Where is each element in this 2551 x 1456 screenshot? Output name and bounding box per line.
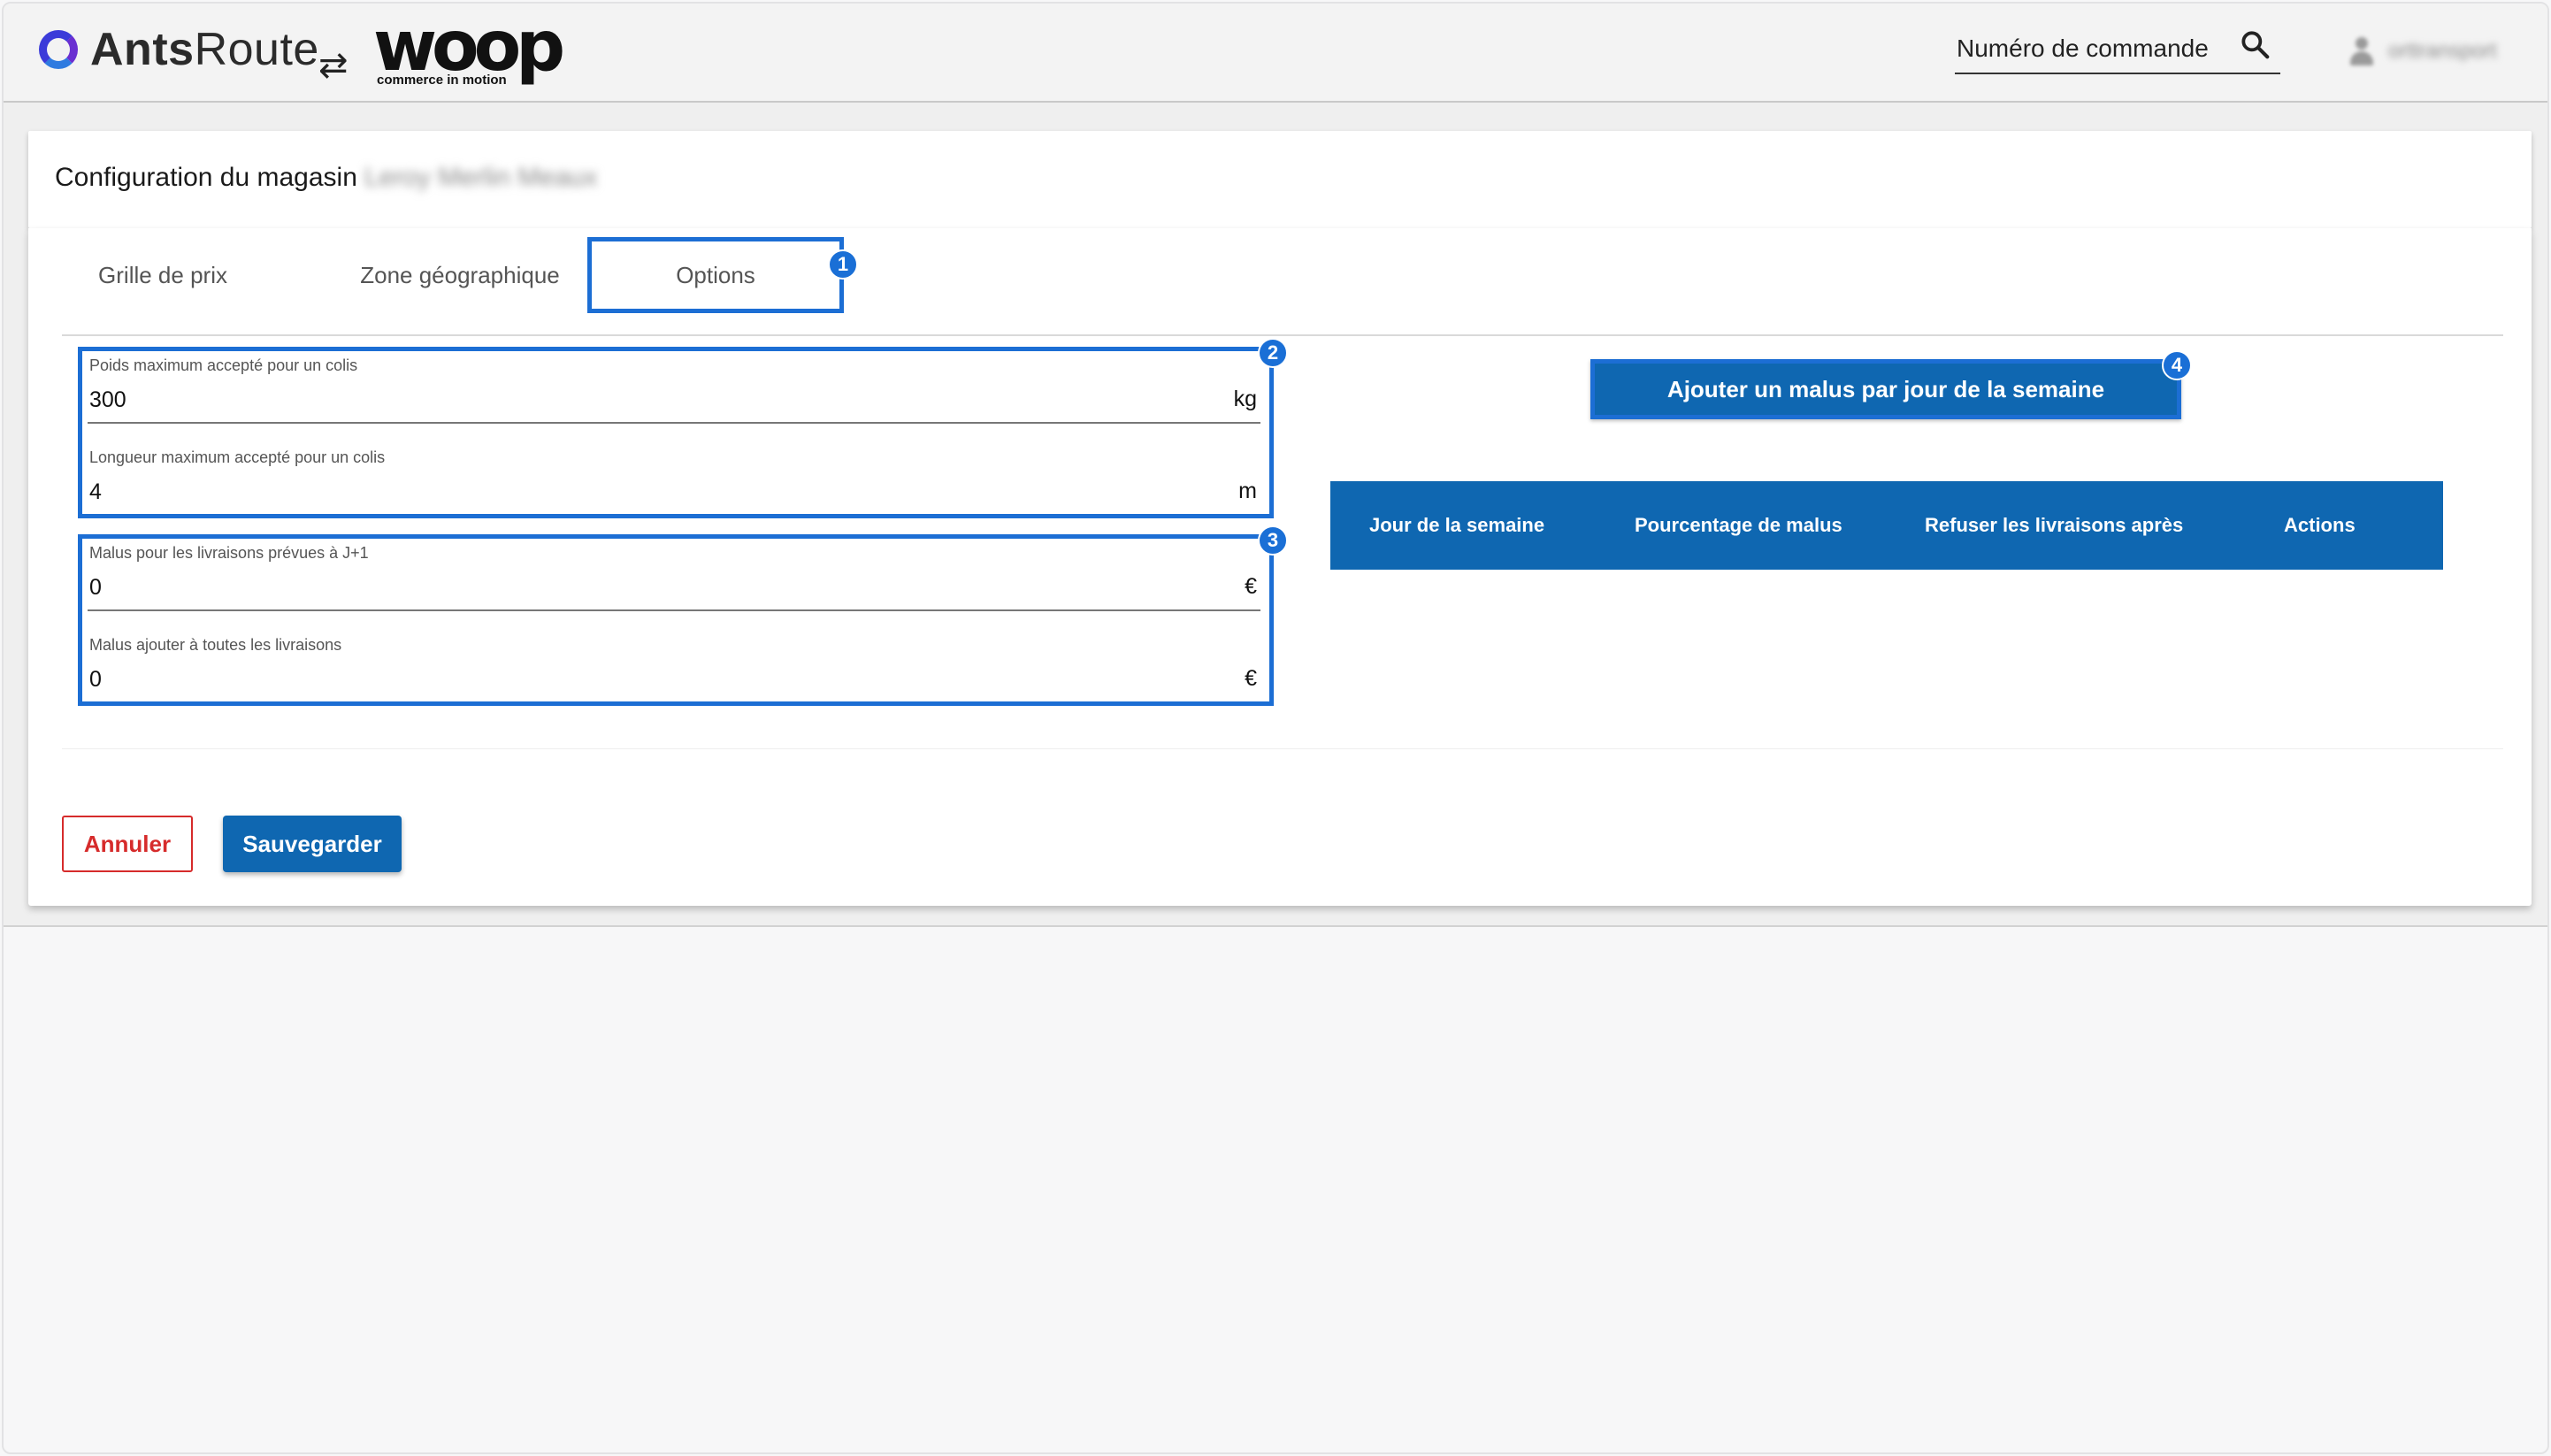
max-weight-input[interactable] (88, 383, 1211, 417)
swap-arrows-icon: ⇄ (318, 46, 349, 85)
weekday-malus-table-header: Jour de la semaine Pourcentage de malus … (1330, 481, 2443, 570)
user-menu[interactable]: orttransport (2349, 37, 2497, 65)
annotation-badge-3: 3 (1258, 525, 1288, 556)
person-icon (2349, 37, 2374, 65)
malus-all-unit: € (1245, 666, 1257, 691)
column-weekday: Jour de la semaine (1369, 514, 1545, 536)
store-name: Leroy Merlin Meaux (364, 163, 598, 192)
tabs-divider (62, 334, 2503, 336)
order-number-search (1955, 27, 2280, 74)
antsroute-logo-text: AntsRoute (90, 24, 319, 75)
user-name: orttransport (2388, 39, 2497, 63)
save-button[interactable]: Sauvegarder (223, 816, 402, 872)
page-title-text: Configuration du magasin (55, 163, 357, 192)
max-length-field: Longueur maximum accepté pour un colis m (88, 443, 1260, 523)
malus-next-day-label: Malus pour les livraisons prévues à J+1 (89, 544, 369, 562)
malus-all-label: Malus ajouter à toutes les livraisons (89, 636, 342, 654)
woop-logo[interactable]: woop commerce in motion (373, 7, 568, 92)
parcel-limits-group: Poids maximum accepté pour un colis kg L… (78, 347, 1274, 518)
malus-next-day-unit: € (1245, 574, 1257, 599)
malus-all-field: Malus ajouter à toutes les livraisons € (88, 631, 1260, 710)
tab-options[interactable]: Options (587, 237, 844, 313)
antsroute-logo[interactable]: AntsRoute (39, 23, 319, 76)
woop-logo-text: woop (373, 7, 565, 87)
annotation-badge-4: 4 (2162, 350, 2192, 380)
page-title: Configuration du magasin Leroy Merlin Mea… (55, 163, 597, 193)
cancel-button[interactable]: Annuler (62, 816, 193, 872)
config-header-card: Configuration du magasin Leroy Merlin Mea… (28, 131, 2532, 228)
malus-next-day-field: Malus pour les livraisons prévues à J+1 … (88, 539, 1260, 618)
max-weight-label: Poids maximum accepté pour un colis (89, 356, 358, 374)
malus-next-day-input[interactable] (88, 571, 1211, 604)
tab-geographic-zone[interactable]: Zone géographique (329, 237, 591, 313)
woop-tagline: commerce in motion (377, 73, 507, 88)
app-shell: AntsRoute ⇄ woop commerce in motion ortt… (4, 4, 2547, 927)
column-refuse-after: Refuser les livraisons après (1925, 514, 2184, 536)
max-length-unit: m (1238, 479, 1257, 503)
search-icon[interactable] (2238, 27, 2271, 62)
add-weekday-malus-button[interactable]: Ajouter un malus par jour de la semaine (1590, 359, 2181, 419)
column-malus-percentage: Pourcentage de malus (1635, 514, 1842, 536)
field-underline (88, 422, 1260, 424)
order-number-input[interactable] (1955, 27, 2229, 71)
top-bar: AntsRoute ⇄ woop commerce in motion ortt… (4, 4, 2547, 103)
field-underline (88, 609, 1260, 611)
body-divider (62, 748, 2503, 749)
max-weight-field: Poids maximum accepté pour un colis kg (88, 351, 1260, 431)
antsroute-logo-icon (39, 30, 78, 69)
config-body-card: Grille de prix Zone géographique Options… (28, 228, 2532, 906)
max-weight-unit: kg (1233, 387, 1257, 411)
max-length-label: Longueur maximum accepté pour un colis (89, 448, 386, 466)
malus-group: Malus pour les livraisons prévues à J+1 … (78, 534, 1274, 706)
annotation-badge-1: 1 (828, 249, 858, 280)
malus-all-input[interactable] (88, 663, 1211, 696)
max-length-input[interactable] (88, 475, 1211, 509)
column-actions: Actions (2284, 514, 2356, 536)
tab-price-grid[interactable]: Grille de prix (76, 237, 249, 313)
annotation-badge-2: 2 (1258, 338, 1288, 368)
